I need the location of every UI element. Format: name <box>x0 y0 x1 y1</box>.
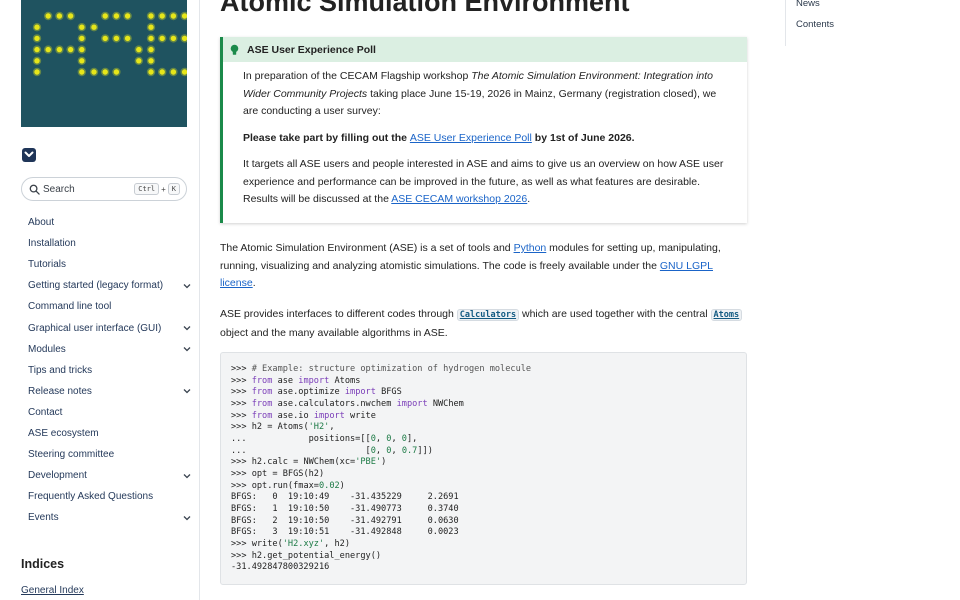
sidebar-item-getting-started-legacy-format[interactable]: Getting started (legacy format) <box>21 275 197 296</box>
sidebar-item-label: Steering committee <box>28 449 115 461</box>
kbd-plus: + <box>161 184 166 194</box>
page-toc: News Contents <box>785 0 834 46</box>
interfaces-text-a: ASE provides interfaces to different cod… <box>220 308 457 320</box>
poll-admonition: ASE User Experience Poll In preparation … <box>220 37 747 223</box>
interfaces-text-b: which are used together with the central <box>519 308 711 320</box>
sidebar-item-label: Tips and tricks <box>28 364 93 376</box>
intro-paragraph: The Atomic Simulation Environment (ASE) … <box>220 240 747 293</box>
sidebar-item-about[interactable]: About <box>21 212 197 233</box>
interfaces-paragraph: ASE provides interfaces to different cod… <box>220 306 747 342</box>
calculators-link[interactable]: Calculators <box>456 309 520 321</box>
indices-heading: Indices <box>21 557 65 571</box>
toc-item-contents[interactable]: Contents <box>796 14 834 35</box>
sidebar-nav: About Installation Tutorials Getting starte… <box>21 212 197 528</box>
sidebar-item-label: ASE ecosystem <box>28 427 99 439</box>
chevron-down-icon[interactable] <box>182 513 192 523</box>
sidebar-item-tutorials[interactable]: Tutorials <box>21 254 197 275</box>
atoms-link[interactable]: Atoms <box>710 309 743 321</box>
poll-paragraph-3: It targets all ASE users and people inte… <box>243 156 729 209</box>
sidebar-item-graphical-user-interface-gui[interactable]: Graphical user interface (GUI) <box>21 317 197 338</box>
sidebar: Search Ctrl + K About Installation Tutoria… <box>0 0 200 600</box>
poll-p2-text-end: by 1st of June 2026. <box>531 131 635 144</box>
poll-header: ASE User Experience Poll <box>223 37 747 62</box>
poll-p2-text: Please take part by filling out the <box>243 131 410 144</box>
sidebar-item-label: Contact <box>28 406 63 418</box>
ase-logo-dots <box>32 11 187 77</box>
github-icon[interactable] <box>22 148 36 162</box>
toc-item-news[interactable]: News <box>796 0 834 14</box>
lightbulb-icon <box>230 44 239 55</box>
sidebar-item-label: Getting started (legacy format) <box>28 280 164 292</box>
sidebar-item-label: Command line tool <box>28 301 112 313</box>
intro-text-c: . <box>252 277 256 289</box>
sidebar-item-label: About <box>28 217 55 229</box>
poll-p3-text-end: . <box>527 193 531 205</box>
sidebar-item-label: Tutorials <box>28 259 66 271</box>
poll-paragraph-1: In preparation of the CECAM Flagship wor… <box>243 68 729 121</box>
intro-text-a: The Atomic Simulation Environment (ASE) … <box>220 242 514 254</box>
search-button[interactable]: Search Ctrl + K <box>21 177 187 201</box>
general-index-link[interactable]: General Index <box>21 585 84 596</box>
search-icon <box>29 184 40 195</box>
sidebar-item-steering-committee[interactable]: Steering committee <box>21 444 197 465</box>
sidebar-item-label: Installation <box>28 238 76 250</box>
sidebar-item-ase-ecosystem[interactable]: ASE ecosystem <box>21 423 197 444</box>
chevron-down-icon[interactable] <box>182 323 192 333</box>
code-text: >>> # Example: structure optimization of… <box>231 364 532 573</box>
ase-logo[interactable] <box>21 0 187 127</box>
chevron-down-icon[interactable] <box>182 344 192 354</box>
poll-link[interactable]: ASE User Experience Poll <box>410 132 532 144</box>
kbd-ctrl: Ctrl <box>134 183 160 195</box>
sidebar-item-label: Frequently Asked Questions <box>28 491 154 503</box>
sidebar-item-label: Modules <box>28 343 66 355</box>
poll-body: In preparation of the CECAM Flagship wor… <box>223 62 747 209</box>
sidebar-item-tips-and-tricks[interactable]: Tips and tricks <box>21 360 197 381</box>
chevron-down-icon[interactable] <box>182 386 192 396</box>
chevron-down-icon[interactable] <box>182 281 192 291</box>
code-example: >>> # Example: structure optimization of… <box>220 352 747 585</box>
python-link[interactable]: Python <box>514 242 547 254</box>
sidebar-item-modules[interactable]: Modules <box>21 339 197 360</box>
sidebar-item-command-line-tool[interactable]: Command line tool <box>21 296 197 317</box>
chevron-down-icon[interactable] <box>182 471 192 481</box>
workshop-link[interactable]: ASE CECAM workshop 2026 <box>391 193 527 205</box>
search-label: Search <box>43 183 75 195</box>
page-title: Atomic Simulation Environment <box>220 0 630 17</box>
sidebar-item-frequently-asked-questions[interactable]: Frequently Asked Questions <box>21 486 197 507</box>
sidebar-item-development[interactable]: Development <box>21 465 197 486</box>
kbd-k: K <box>167 183 180 195</box>
sidebar-item-contact[interactable]: Contact <box>21 402 197 423</box>
poll-p1-text: In preparation of the CECAM Flagship wor… <box>243 70 472 82</box>
sidebar-item-label: Release notes <box>28 385 92 397</box>
poll-paragraph-2: Please take part by filling out the ASE … <box>243 130 729 148</box>
sidebar-item-installation[interactable]: Installation <box>21 233 197 254</box>
sidebar-item-release-notes[interactable]: Release notes <box>21 381 197 402</box>
sidebar-item-label: Graphical user interface (GUI) <box>28 322 162 334</box>
interfaces-text-c: object and the many available algorithms… <box>220 326 448 339</box>
sidebar-item-label: Events <box>28 512 59 524</box>
sidebar-item-label: Development <box>28 470 87 482</box>
sidebar-item-events[interactable]: Events <box>21 507 197 528</box>
poll-title: ASE User Experience Poll <box>247 43 376 56</box>
search-shortcut: Ctrl + K <box>134 183 180 195</box>
